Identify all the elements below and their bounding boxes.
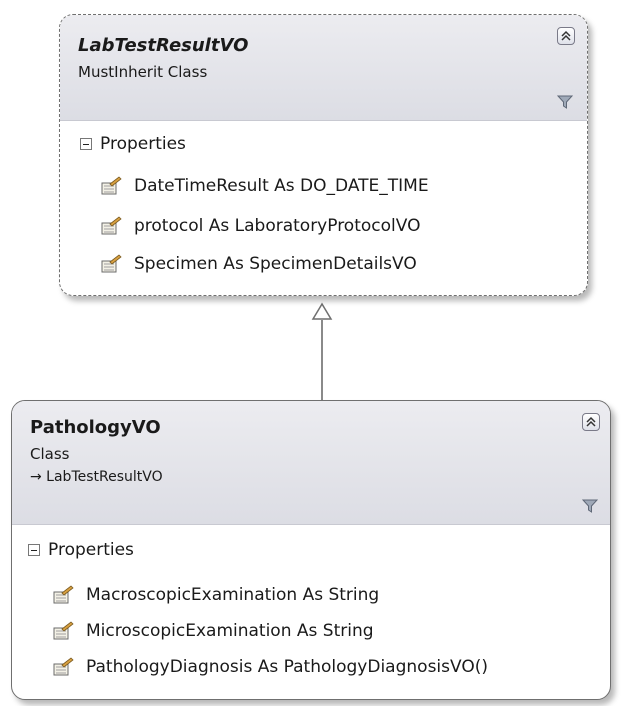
class-stereotype: Class <box>30 445 70 463</box>
collapse-button[interactable] <box>557 27 575 45</box>
class-box-labtestresultvo[interactable]: LabTestResultVO MustInherit Class Proper… <box>59 14 588 296</box>
class-header: LabTestResultVO MustInherit Class <box>60 15 587 121</box>
class-box-pathologyvo[interactable]: PathologyVO Class → LabTestResultVO Prop… <box>11 400 611 700</box>
filter-funnel-icon[interactable] <box>557 94 573 110</box>
property-text: protocol As LaboratoryProtocolVO <box>134 216 421 236</box>
property-icon <box>53 585 74 604</box>
property-row[interactable]: Specimen As SpecimenDetailsVO <box>100 254 417 274</box>
property-text: PathologyDiagnosis As PathologyDiagnosis… <box>86 657 488 677</box>
section-label: Properties <box>48 540 134 560</box>
property-icon <box>53 621 74 640</box>
properties-section-header[interactable]: Properties <box>28 540 134 560</box>
property-row[interactable]: MicroscopicExamination As String <box>52 621 374 641</box>
property-row[interactable]: DateTimeResult As DO_DATE_TIME <box>100 176 429 196</box>
property-text: Specimen As SpecimenDetailsVO <box>134 254 417 274</box>
property-icon <box>101 176 122 195</box>
collapse-button[interactable] <box>582 413 600 431</box>
property-row[interactable]: protocol As LaboratoryProtocolVO <box>100 216 420 236</box>
class-name: LabTestResultVO <box>78 35 249 56</box>
class-stereotype: MustInherit Class <box>78 63 208 81</box>
filter-funnel-icon[interactable] <box>582 498 598 514</box>
section-label: Properties <box>100 134 186 154</box>
class-header: PathologyVO Class → LabTestResultVO <box>12 401 610 525</box>
property-text: DateTimeResult As DO_DATE_TIME <box>134 176 429 196</box>
property-text: MicroscopicExamination As String <box>86 621 374 641</box>
base-class-reference: → LabTestResultVO <box>30 469 163 485</box>
minus-box-icon[interactable] <box>80 138 92 150</box>
property-text: MacroscopicExamination As String <box>86 585 380 605</box>
property-icon <box>101 216 122 235</box>
property-row[interactable]: MacroscopicExamination As String <box>52 585 379 605</box>
property-icon <box>53 657 74 676</box>
class-name: PathologyVO <box>30 417 161 438</box>
properties-section-header[interactable]: Properties <box>80 134 186 154</box>
inheritance-arrowhead <box>311 302 333 320</box>
double-chevron-up-icon <box>586 416 596 427</box>
double-chevron-up-icon <box>561 30 571 41</box>
minus-box-icon[interactable] <box>28 544 40 556</box>
property-icon <box>101 254 122 273</box>
property-row[interactable]: PathologyDiagnosis As PathologyDiagnosis… <box>52 657 488 677</box>
